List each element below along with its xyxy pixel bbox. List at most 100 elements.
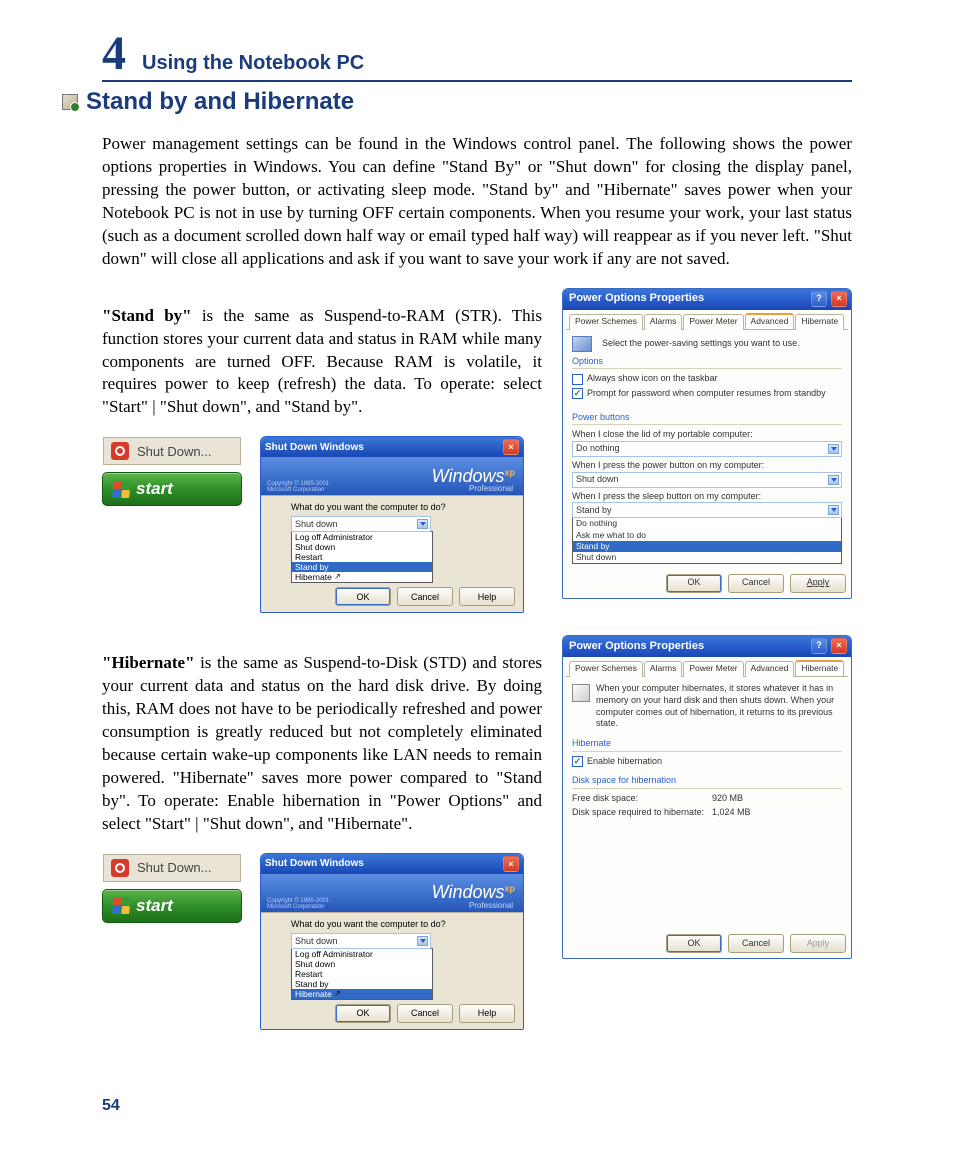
close-icon[interactable]: ×	[831, 291, 847, 307]
cancel-button[interactable]: Cancel	[728, 574, 784, 593]
tab-alarms[interactable]: Alarms	[644, 314, 682, 330]
enable-hibernation-checkbox[interactable]	[572, 756, 583, 767]
required-space-key: Disk space required to hibernate:	[572, 807, 712, 819]
apply-button[interactable]: Apply	[790, 574, 846, 593]
opt-standby[interactable]: Stand by	[292, 562, 432, 572]
opt-shutdown[interactable]: Shut down	[292, 542, 432, 552]
help-button[interactable]: Help	[459, 587, 515, 606]
slp-opt-nothing[interactable]: Do nothing	[573, 518, 841, 529]
disk-space-group-label: Disk space for hibernation	[572, 775, 842, 787]
chapter-header: 4 Using the Notebook PC	[102, 30, 852, 82]
tab-alarms[interactable]: Alarms	[644, 661, 682, 677]
chapter-number: 4	[102, 30, 126, 78]
tab-hibernate[interactable]: Hibernate	[795, 314, 844, 330]
cancel-button[interactable]: Cancel	[397, 587, 453, 606]
shutdown-menu-item[interactable]: Shut Down...	[102, 853, 242, 883]
slp-opt-ask[interactable]: Ask me what to do	[573, 530, 841, 541]
tab-hibernate[interactable]: Hibernate	[795, 660, 844, 676]
shutdown-action-select[interactable]: Shut down	[291, 516, 431, 532]
sleep-btn-question: When I press the sleep button on my comp…	[572, 491, 842, 503]
ok-button[interactable]: OK	[335, 587, 391, 606]
section-icon	[62, 94, 78, 110]
opt-standby[interactable]: Stand by	[292, 979, 432, 989]
shutdown-dialog: Shut Down Windows × Copyright © 1985-200…	[260, 436, 524, 613]
help-icon[interactable]: ?	[811, 638, 827, 654]
lid-select[interactable]: Do nothing	[572, 441, 842, 457]
opt-restart[interactable]: Restart	[292, 552, 432, 562]
lid-question: When I close the lid of my portable comp…	[572, 429, 842, 441]
windows-banner: Copyright © 1985-2001Microsoft Corporati…	[261, 457, 523, 495]
free-space-value: 920 MB	[712, 793, 743, 805]
start-button[interactable]: start	[102, 889, 242, 923]
shutdown-menu-item[interactable]: Shut Down...	[102, 436, 242, 466]
tab-power-schemes[interactable]: Power Schemes	[569, 661, 643, 677]
power-buttons-group-label: Power buttons	[572, 412, 842, 424]
shutdown-dropdown-list[interactable]: Log off Administrator Shut down Restart …	[291, 948, 433, 1000]
hibernate-intro: When your computer hibernates, it stores…	[596, 683, 842, 730]
hibernate-bold: "Hibernate"	[102, 653, 195, 672]
tab-advanced[interactable]: Advanced	[745, 313, 795, 329]
tab-power-meter[interactable]: Power Meter	[683, 314, 743, 330]
battery-plug-icon	[572, 336, 592, 352]
opt-restart[interactable]: Restart	[292, 969, 432, 979]
slp-opt-standby[interactable]: Stand by	[573, 541, 841, 552]
start-label: start	[136, 479, 173, 499]
opt-hibernate[interactable]: Hibernate	[292, 572, 432, 582]
tab-power-schemes[interactable]: Power Schemes	[569, 314, 643, 330]
opt-shutdown[interactable]: Shut down	[292, 959, 432, 969]
close-icon[interactable]: ×	[831, 638, 847, 654]
cb2-label: Prompt for password when computer resume…	[587, 388, 826, 400]
windows-banner: Copyright © 1985-2001Microsoft Corporati…	[261, 874, 523, 912]
cancel-button[interactable]: Cancel	[397, 1004, 453, 1023]
advanced-intro: Select the power-saving settings you wan…	[602, 338, 800, 350]
windows-brand: Windows	[432, 466, 505, 486]
shutdown-label: Shut Down...	[137, 444, 211, 459]
sleep-btn-dropdown[interactable]: Do nothing Ask me what to do Stand by Sh…	[572, 517, 842, 563]
ok-button[interactable]: OK	[666, 934, 722, 953]
opt-logoff[interactable]: Log off Administrator	[292, 949, 432, 959]
power-icon	[111, 859, 129, 877]
shutdown-dialog-hibernate: Shut Down Windows × Copyright © 1985-200…	[260, 853, 524, 1030]
apply-button: Apply	[790, 934, 846, 953]
shutdown-prompt: What do you want the computer to do?	[291, 502, 515, 512]
enable-hibernation-label: Enable hibernation	[587, 756, 662, 768]
options-group-label: Options	[572, 356, 842, 368]
standby-bold: "Stand by"	[102, 306, 192, 325]
copyright-text: Copyright © 1985-2001Microsoft Corporati…	[267, 898, 329, 910]
shutdown-dialog-icon	[260, 919, 261, 935]
shutdown-dropdown-list[interactable]: Log off Administrator Shut down Restart …	[291, 531, 433, 583]
opt-logoff[interactable]: Log off Administrator	[292, 532, 432, 542]
help-icon[interactable]: ?	[811, 291, 827, 307]
free-space-key: Free disk space:	[572, 793, 712, 805]
window-title: Power Options Properties	[569, 291, 704, 305]
cb1-label: Always show icon on the taskbar	[587, 373, 718, 385]
page-number: 54	[102, 1097, 120, 1115]
hibernate-group-label: Hibernate	[572, 738, 842, 750]
shutdown-dialog-icon	[260, 502, 261, 518]
password-prompt-checkbox[interactable]	[572, 388, 583, 399]
shutdown-action-select[interactable]: Shut down	[291, 933, 431, 949]
tab-power-meter[interactable]: Power Meter	[683, 661, 743, 677]
slp-opt-shutdown[interactable]: Shut down	[573, 552, 841, 563]
power-btn-select[interactable]: Shut down	[572, 472, 842, 488]
copyright-text: Copyright © 1985-2001Microsoft Corporati…	[267, 481, 329, 493]
chapter-title: Using the Notebook PC	[142, 52, 364, 75]
power-options-advanced-window: Power Options Properties ? × Power Schem…	[562, 288, 852, 599]
section-title: Stand by and Hibernate	[86, 88, 354, 116]
sleep-btn-select[interactable]: Stand by	[572, 502, 842, 518]
help-button[interactable]: Help	[459, 1004, 515, 1023]
windows-brand: Windows	[432, 882, 505, 902]
dialog-title: Shut Down Windows	[265, 442, 364, 453]
cancel-button[interactable]: Cancel	[728, 934, 784, 953]
tab-advanced[interactable]: Advanced	[745, 661, 795, 677]
taskbar-icon-checkbox[interactable]	[572, 374, 583, 385]
close-icon[interactable]: ×	[503, 856, 519, 872]
opt-hibernate[interactable]: Hibernate	[292, 989, 432, 999]
standby-paragraph: "Stand by" is the same as Suspend-to-RAM…	[102, 305, 542, 420]
shutdown-label: Shut Down...	[137, 860, 211, 875]
ok-button[interactable]: OK	[666, 574, 722, 593]
close-icon[interactable]: ×	[503, 439, 519, 455]
windows-flag-icon	[112, 481, 131, 498]
start-button[interactable]: start	[102, 472, 242, 506]
ok-button[interactable]: OK	[335, 1004, 391, 1023]
